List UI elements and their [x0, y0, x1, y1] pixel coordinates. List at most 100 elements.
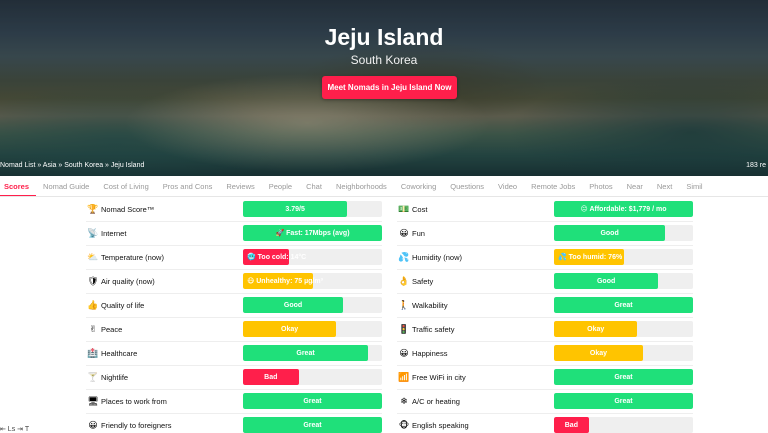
score-value: 🚀 Fast: 17Mbps (avg): [275, 230, 350, 237]
score-value: Great: [303, 397, 322, 405]
review-count: 183 re: [746, 162, 766, 169]
score-bar[interactable]: Okay: [554, 345, 693, 361]
score-value: Okay: [587, 325, 605, 333]
tab-neighborhoods[interactable]: Neighborhoods: [329, 176, 394, 196]
score-bar[interactable]: Good: [554, 273, 693, 289]
score-row-happiness[interactable]: 😀 Happiness: [397, 342, 447, 364]
row-divider: [86, 317, 382, 318]
nomad-score--icon: 🏆: [87, 203, 99, 214]
score-value: Great: [303, 421, 322, 429]
score-row-a-c-or-heating[interactable]: ❄ A/C or heating: [397, 390, 460, 412]
score-value: 🥶 Too cold: 14°C: [247, 254, 307, 261]
score-label: Happiness: [412, 348, 448, 358]
friendly-to-foreigners-icon: 😀: [88, 419, 98, 430]
score-row-internet[interactable]: 📡 Internet: [86, 222, 126, 244]
air-quality-now--icon: 🛡: [87, 275, 99, 286]
score-bar[interactable]: Okay: [554, 321, 693, 337]
traffic-safety-icon: 🚦: [398, 323, 410, 334]
score-label: Quality of life: [101, 300, 145, 310]
score-row-humidity-now-[interactable]: 💦 Humidity (now): [397, 246, 462, 268]
score-row-fun[interactable]: 😀 Fun: [397, 222, 425, 244]
score-label: Safety: [412, 276, 434, 286]
tab-chat[interactable]: Chat: [299, 176, 329, 196]
score-value: Okay: [281, 325, 299, 333]
row-divider: [397, 221, 693, 222]
humidity-now--icon: 💦: [398, 251, 410, 262]
score-label: Fun: [412, 228, 425, 238]
score-bar[interactable]: 😷 Unhealthy: 75 µg/m³: [243, 273, 382, 289]
tab-reviews[interactable]: Reviews: [219, 176, 261, 196]
score-row-air-quality-now-[interactable]: 🛡 Air quality (now): [86, 270, 155, 292]
happiness-icon: 😀: [399, 347, 409, 358]
tab-photos[interactable]: Photos: [582, 176, 619, 196]
score-value: Good: [596, 277, 616, 285]
score-row-places-to-work-from[interactable]: 🖥 Places to work from: [86, 390, 167, 412]
tab-people[interactable]: People: [262, 176, 299, 196]
score-bar[interactable]: Great: [243, 393, 382, 409]
score-bar[interactable]: Good: [554, 225, 693, 241]
score-label: Nightlife: [101, 372, 129, 382]
corner-controls[interactable]: ⇤ Ls ⇥ T: [0, 425, 29, 433]
tab-coworking[interactable]: Coworking: [394, 176, 443, 196]
tab-simil[interactable]: Simil: [679, 176, 709, 196]
score-value: 😷 Unhealthy: 75 µg/m³: [247, 278, 323, 285]
score-bar[interactable]: Great: [243, 417, 382, 433]
fun-icon: 😀: [399, 227, 409, 238]
score-row-english-speaking[interactable]: 🐵 English speaking: [397, 414, 469, 433]
score-value: Great: [614, 301, 633, 309]
score-row-cost[interactable]: 💵 Cost: [397, 198, 427, 220]
score-label: Places to work from: [101, 396, 167, 406]
score-label: Air quality (now): [101, 276, 155, 286]
english-speaking-icon: 🐵: [398, 419, 410, 430]
score-bar[interactable]: 🚀 Fast: 17Mbps (avg): [243, 225, 382, 241]
meet-nomads-button[interactable]: Meet Nomads in Jeju Island Now: [322, 76, 457, 99]
tab-video[interactable]: Video: [491, 176, 524, 196]
score-bar[interactable]: Great: [554, 297, 693, 313]
score-bar[interactable]: Bad: [243, 369, 382, 385]
score-row-peace[interactable]: ✌ Peace: [86, 318, 122, 340]
score-bar[interactable]: Great: [243, 345, 382, 361]
score-label: Free WiFi in city: [412, 372, 466, 382]
score-row-nomad-score-[interactable]: 🏆 Nomad Score™: [86, 198, 154, 220]
tab-near[interactable]: Near: [620, 176, 650, 196]
score-bar[interactable]: 💦 Too humid: 76%: [554, 249, 693, 265]
score-bar[interactable]: Great: [554, 393, 693, 409]
score-row-free-wifi-in-city[interactable]: 📶 Free WiFi in city: [397, 366, 466, 388]
country-subtitle: South Korea: [350, 53, 418, 67]
score-row-friendly-to-foreigners[interactable]: 😀 Friendly to foreigners: [86, 414, 171, 433]
score-row-safety[interactable]: 👌 Safety: [397, 270, 433, 292]
score-value: Great: [614, 397, 633, 405]
score-row-temperature-now-[interactable]: ⛅ Temperature (now): [86, 246, 164, 268]
tab-cost-of-living[interactable]: Cost of Living: [96, 176, 155, 196]
score-bar[interactable]: Great: [554, 369, 693, 385]
score-label: Walkability: [412, 300, 448, 310]
score-row-quality-of-life[interactable]: 👍 Quality of life: [86, 294, 144, 316]
tab-remote-jobs[interactable]: Remote Jobs: [524, 176, 582, 196]
tab-questions[interactable]: Questions: [443, 176, 491, 196]
tab-pros-and-cons[interactable]: Pros and Cons: [156, 176, 220, 196]
score-label: Healthcare: [101, 348, 138, 358]
score-label: Friendly to foreigners: [101, 420, 172, 430]
score-label: Nomad Score™: [101, 204, 155, 214]
internet-icon: 📡: [87, 227, 99, 238]
cost-icon: 💵: [398, 203, 410, 214]
row-divider: [397, 269, 693, 270]
tab-nomad-guide[interactable]: Nomad Guide: [36, 176, 96, 196]
score-row-walkability[interactable]: 🚶 Walkability: [397, 294, 448, 316]
tab-scores[interactable]: Scores: [0, 176, 37, 196]
score-row-healthcare[interactable]: 🏥 Healthcare: [86, 342, 137, 364]
score-bar[interactable]: 😐 Affordable: $1,779 / mo: [554, 201, 693, 217]
score-value: Good: [283, 301, 303, 309]
score-bar[interactable]: Good: [243, 297, 382, 313]
score-label: Traffic safety: [412, 324, 455, 334]
tab-next[interactable]: Next: [650, 176, 679, 196]
score-bar[interactable]: 🥶 Too cold: 14°C: [243, 249, 382, 265]
score-row-traffic-safety[interactable]: 🚦 Traffic safety: [397, 318, 455, 340]
score-bar[interactable]: Bad: [554, 417, 693, 433]
score-bar[interactable]: Okay: [243, 321, 382, 337]
score-bar[interactable]: 3.79/5: [243, 201, 382, 217]
healthcare-icon: 🏥: [87, 347, 99, 358]
breadcrumb[interactable]: Nomad List » Asia » South Korea » Jeju I…: [0, 162, 144, 169]
score-row-nightlife[interactable]: 🍸 Nightlife: [86, 366, 128, 388]
score-label: A/C or heating: [412, 396, 460, 406]
